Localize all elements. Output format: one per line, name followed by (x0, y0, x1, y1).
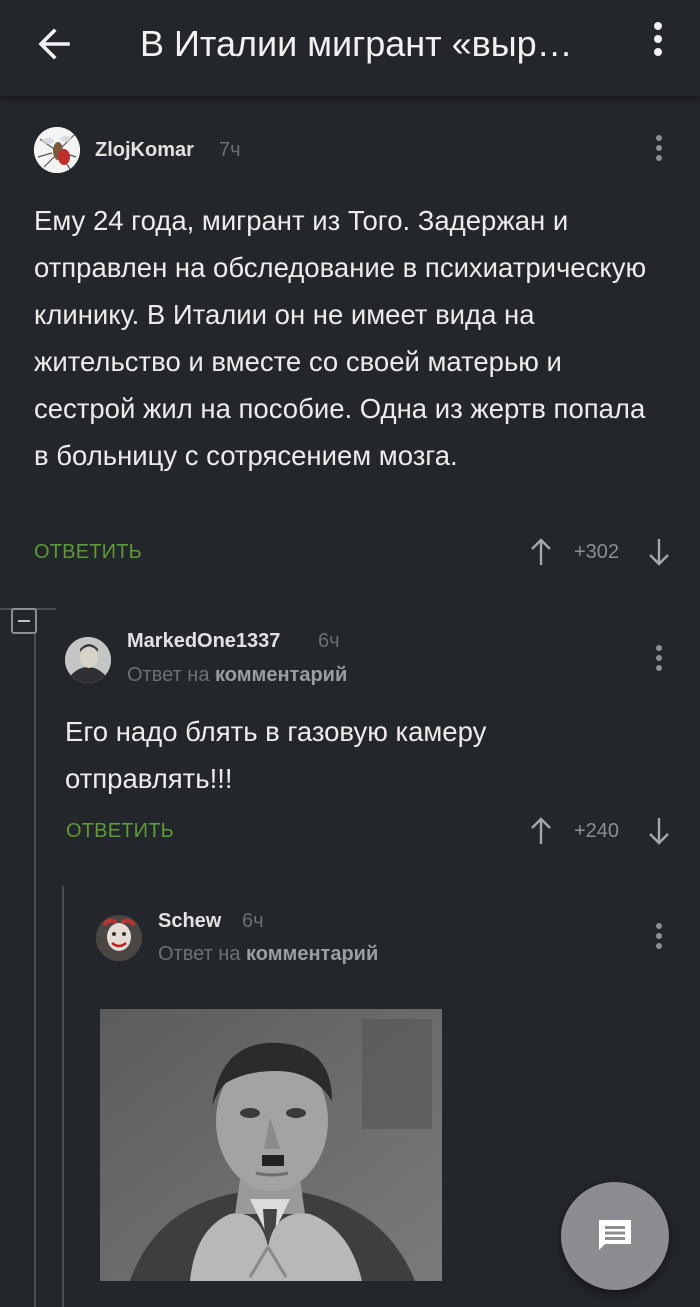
more-vert-icon[interactable] (653, 135, 665, 161)
more-vert-icon[interactable] (640, 18, 676, 60)
comment-time: 6ч (318, 630, 340, 652)
comment-time: 6ч (242, 910, 264, 932)
comment-author[interactable]: ZlojKomar (95, 139, 194, 162)
back-arrow-icon (38, 28, 70, 60)
comment-icon (599, 1220, 631, 1250)
arrow-down-icon[interactable] (648, 537, 670, 567)
comment-text: Ему 24 года, мигрант из Того. Задержан и… (34, 205, 647, 471)
reply-button[interactable]: ОТВЕТИТЬ (66, 820, 174, 843)
collapse-icon[interactable] (11, 608, 37, 634)
thread-line (62, 886, 64, 1307)
back-button[interactable] (30, 18, 82, 70)
arrow-up-icon[interactable] (530, 537, 552, 567)
comment-image[interactable] (100, 1009, 442, 1281)
comment-author[interactable]: MarkedOne1337 (127, 630, 280, 653)
portrait-photo (100, 1009, 442, 1281)
reply-to-label[interactable]: Ответ на комментарий (158, 943, 378, 966)
more-vert-icon[interactable] (653, 923, 665, 949)
reply-button[interactable]: ОТВЕТИТЬ (34, 541, 142, 564)
avatar[interactable] (96, 915, 142, 961)
comment-rating: +302 (574, 541, 620, 563)
mosquito-avatar-image (34, 127, 80, 173)
app-bar: В Италии мигрант «выр… (0, 0, 700, 96)
more-vert-icon[interactable] (653, 645, 665, 671)
comment-rating: +240 (574, 820, 620, 842)
man-avatar-image (65, 637, 111, 683)
arrow-down-icon[interactable] (648, 816, 670, 846)
arrow-up-icon[interactable] (530, 816, 552, 846)
avatar[interactable] (34, 127, 80, 173)
comment-time: 7ч (219, 139, 241, 161)
comment-author[interactable]: Schew (158, 910, 221, 933)
comments-screen: В Италии мигрант «выр… ZlojKomar 7ч Ему … (0, 0, 700, 1307)
comment-text: Его надо блять в газовую камеру отправля… (65, 716, 487, 794)
add-comment-button[interactable] (561, 1182, 669, 1290)
avatar[interactable] (65, 637, 111, 683)
reply-to-label[interactable]: Ответ на комментарий (127, 664, 347, 687)
thread-line (34, 634, 36, 1307)
clown-avatar-image (96, 915, 142, 961)
page-title: В Италии мигрант «выр… (140, 23, 573, 64)
